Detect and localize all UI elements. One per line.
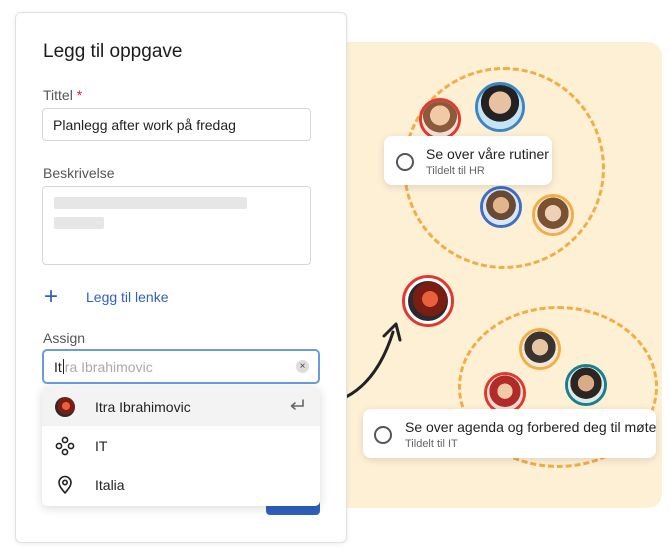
title-input[interactable]: Planlegg after work på fredag [42,108,311,141]
assign-input[interactable]: It ra Ibrahimovic × [42,349,320,384]
dropdown-item-label: Itra Ibrahimovic [95,399,191,415]
enter-key-icon [290,399,304,410]
add-link-button[interactable]: Legg til lenke [86,289,169,305]
clear-icon[interactable]: × [296,360,309,373]
text-caret [62,359,64,374]
plus-icon[interactable]: + [44,285,58,309]
group-icon [55,436,75,456]
description-label: Beskrivelse [43,165,115,181]
autocomplete-suggestion: ra Ibrahimovic [64,359,153,375]
add-task-dialog: Legg til oppgave Tittel * Planlegg after… [15,12,347,543]
dialog-title: Legg til oppgave [43,41,183,62]
title-input-value: Planlegg after work på fredag [53,117,236,133]
location-pin-icon [58,475,72,494]
required-mark: * [76,87,83,103]
dropdown-item-it[interactable]: IT [42,426,320,465]
title-label: Tittel * [43,87,82,103]
title-label-text: Tittel [43,87,73,103]
avatar [55,397,75,417]
placeholder-line [54,217,104,229]
assign-label: Assign [43,330,86,346]
assign-typed-text: It ra Ibrahimovic [54,359,153,375]
dropdown-item-itra[interactable]: Itra Ibrahimovic [42,387,320,426]
dropdown-item-label: Italia [95,477,125,493]
dropdown-item-italia[interactable]: Italia [42,465,320,504]
dropdown-item-label: IT [95,438,108,454]
placeholder-line [54,197,247,209]
assign-dropdown: Itra Ibrahimovic IT Italia [42,387,320,506]
typed-prefix: It [54,359,62,375]
description-textarea[interactable] [42,186,311,265]
